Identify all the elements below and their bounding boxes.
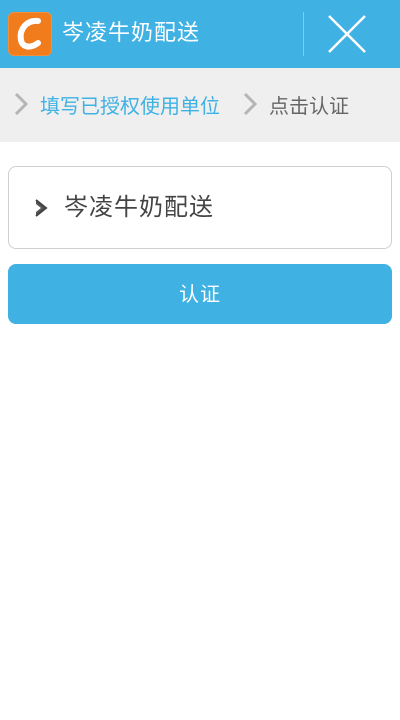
chevron-right-icon (35, 199, 48, 217)
chevron-right-icon (243, 92, 257, 116)
chevron-right-icon (14, 92, 28, 116)
breadcrumb-step-certify[interactable]: 点击认证 (269, 92, 349, 120)
app-title: 岑凌牛奶配送 (62, 21, 201, 46)
close-icon (328, 15, 366, 53)
header-divider (303, 12, 304, 56)
certify-button[interactable]: 认证 (8, 264, 392, 324)
c-logo-icon (8, 12, 52, 56)
app-header: 岑凌牛奶配送 (0, 0, 400, 68)
app-root: 岑凌牛奶配送 填写已授权使用单位 点击认证 岑凌牛奶配送 认证 (0, 0, 400, 720)
breadcrumb-step-fill-unit[interactable]: 填写已授权使用单位 (40, 92, 220, 120)
unit-name: 岑凌牛奶配送 (64, 193, 214, 221)
close-button[interactable] (324, 12, 370, 56)
